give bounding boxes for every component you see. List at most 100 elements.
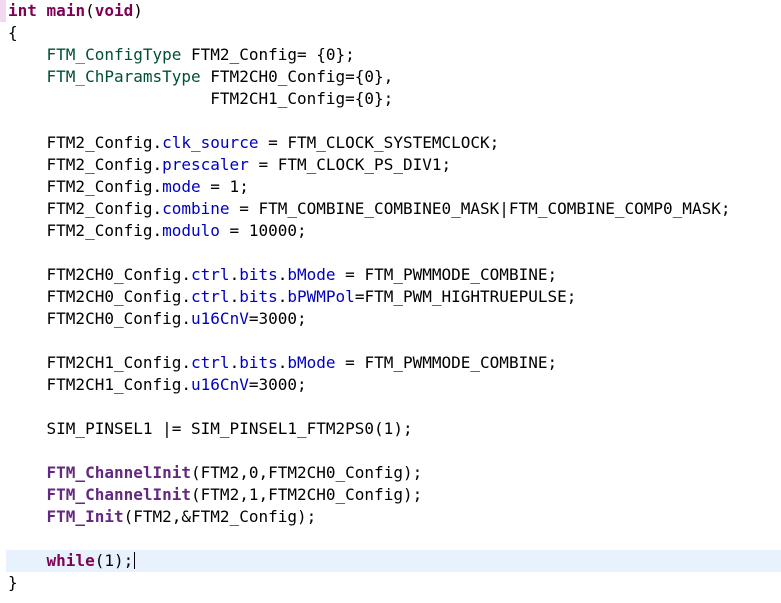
code-token: FTM_ConfigType — [46, 45, 182, 64]
code-line[interactable]: FTM_ChannelInit(FTM2,1,FTM2CH0_Config); — [8, 484, 781, 506]
code-token: FTM2CH0_Config. — [8, 287, 192, 306]
code-token: =3000; — [248, 375, 307, 394]
code-token: FTM2_Config. — [8, 221, 163, 240]
code-token: u16CnV — [191, 309, 249, 328]
code-token: u16CnV — [191, 375, 249, 394]
code-token: FTM_ChannelInit — [46, 485, 192, 504]
code-token: FTM_ChannelInit — [46, 463, 192, 482]
line-marker — [0, 0, 6, 22]
code-token: FTM2_Config= {0}; — [181, 45, 355, 64]
code-token: FTM2CH1_Config. — [8, 375, 192, 394]
code-token: . — [277, 353, 288, 372]
code-line[interactable]: FTM2CH0_Config.ctrl.bits.bPWMPol=FTM_PWM… — [8, 286, 781, 308]
code-line[interactable]: FTM2_Config.combine = FTM_COMBINE_COMBIN… — [8, 198, 781, 220]
code-line[interactable]: FTM2_Config.clk_source = FTM_CLOCK_SYSTE… — [8, 132, 781, 154]
code-line[interactable]: FTM_ChannelInit(FTM2,0,FTM2CH0_Config); — [8, 462, 781, 484]
code-token: bMode — [287, 353, 336, 372]
code-token: . — [229, 353, 240, 372]
code-token: prescaler — [162, 155, 249, 174]
code-token: FTM2_Config. — [8, 177, 163, 196]
code-token: (FTM2,0,FTM2CH0_Config); — [191, 463, 423, 482]
code-token: FTM2CH0_Config={0}, — [200, 67, 394, 86]
code-token: = FTM_CLOCK_SYSTEMCLOCK; — [258, 133, 500, 152]
code-token: = 10000; — [219, 221, 307, 240]
code-token: bPWMPol — [287, 287, 355, 306]
code-token: FTM_Init — [46, 507, 124, 526]
code-line[interactable] — [8, 110, 781, 132]
code-line[interactable]: FTM2_Config.mode = 1; — [8, 176, 781, 198]
code-token: } — [8, 573, 18, 592]
code-line[interactable]: FTM_ConfigType FTM2_Config= {0}; — [8, 44, 781, 66]
code-token: SIM_PINSEL1 |= SIM_PINSEL1_FTM2PS0(1); — [8, 419, 413, 438]
code-token: FTM2CH1_Config. — [8, 353, 192, 372]
code-token: = FTM_COMBINE_COMBINE0_MASK|FTM_COMBINE_… — [229, 199, 731, 218]
code-line[interactable] — [8, 242, 781, 264]
code-token: FTM2CH1_Config={0}; — [8, 89, 394, 108]
code-token: ctrl — [191, 287, 230, 306]
code-token: bits — [239, 353, 278, 372]
code-token: int — [8, 1, 37, 20]
code-token: FTM2CH0_Config. — [8, 309, 192, 328]
code-token: FTM2CH0_Config. — [8, 265, 192, 284]
code-token: bits — [239, 265, 278, 284]
code-token: main — [46, 1, 86, 20]
code-line[interactable] — [8, 396, 781, 418]
code-token: . — [277, 265, 288, 284]
code-line[interactable]: FTM_ChParamsType FTM2CH0_Config={0}, — [8, 66, 781, 88]
code-token: (1); — [94, 551, 134, 570]
code-token: (FTM2,1,FTM2CH0_Config); — [191, 485, 423, 504]
code-line[interactable]: int main(void) — [8, 0, 781, 22]
code-line[interactable] — [8, 528, 781, 550]
code-line[interactable]: FTM2CH0_Config.ctrl.bits.bMode = FTM_PWM… — [8, 264, 781, 286]
code-token: ctrl — [191, 265, 230, 284]
text-caret — [134, 552, 136, 569]
code-token: (FTM2,&FTM2_Config); — [123, 507, 317, 526]
code-token: { — [8, 23, 18, 42]
code-token: FTM_ChParamsType — [46, 67, 201, 86]
code-token: . — [277, 287, 288, 306]
code-line[interactable]: FTM2CH1_Config.ctrl.bits.bMode = FTM_PWM… — [8, 352, 781, 374]
code-token: FTM2_Config. — [8, 155, 163, 174]
code-line[interactable]: FTM2CH1_Config.u16CnV=3000; — [8, 374, 781, 396]
code-line[interactable]: SIM_PINSEL1 |= SIM_PINSEL1_FTM2PS0(1); — [8, 418, 781, 440]
code-line[interactable]: } — [8, 572, 781, 594]
code-token: =3000; — [248, 309, 307, 328]
code-token: modulo — [162, 221, 220, 240]
code-token: void — [94, 1, 134, 20]
code-token: FTM2_Config. — [8, 199, 163, 218]
code-token: bMode — [287, 265, 336, 284]
code-token: = 1; — [200, 177, 249, 196]
code-line[interactable]: FTM2_Config.prescaler = FTM_CLOCK_PS_DIV… — [8, 154, 781, 176]
code-line[interactable]: FTM2_Config.modulo = 10000; — [8, 220, 781, 242]
code-line[interactable] — [8, 330, 781, 352]
code-line[interactable] — [8, 440, 781, 462]
code-token: =FTM_PWM_HIGHTRUEPULSE; — [354, 287, 577, 306]
code-token: = FTM_PWMMODE_COMBINE; — [335, 265, 558, 284]
code-editor[interactable]: int main(void){ FTM_ConfigType FTM2_Conf… — [0, 0, 781, 603]
code-token: while — [46, 551, 95, 570]
code-token: ) — [133, 1, 143, 20]
code-token: ( — [85, 1, 95, 20]
code-token: FTM2_Config. — [8, 133, 163, 152]
code-line[interactable]: FTM2CH0_Config.u16CnV=3000; — [8, 308, 781, 330]
code-token: ctrl — [191, 353, 230, 372]
code-token: = FTM_PWMMODE_COMBINE; — [335, 353, 558, 372]
code-line[interactable]: { — [8, 22, 781, 44]
code-token: . — [229, 265, 240, 284]
code-token: . — [229, 287, 240, 306]
code-line[interactable]: FTM2CH1_Config={0}; — [8, 88, 781, 110]
code-token: = FTM_CLOCK_PS_DIV1; — [248, 155, 452, 174]
code-token: clk_source — [162, 133, 259, 152]
code-token: bits — [239, 287, 278, 306]
code-token: mode — [162, 177, 201, 196]
code-line[interactable]: FTM_Init(FTM2,&FTM2_Config); — [8, 506, 781, 528]
code-token: combine — [162, 199, 230, 218]
code-line[interactable]: while(1); — [6, 550, 781, 572]
